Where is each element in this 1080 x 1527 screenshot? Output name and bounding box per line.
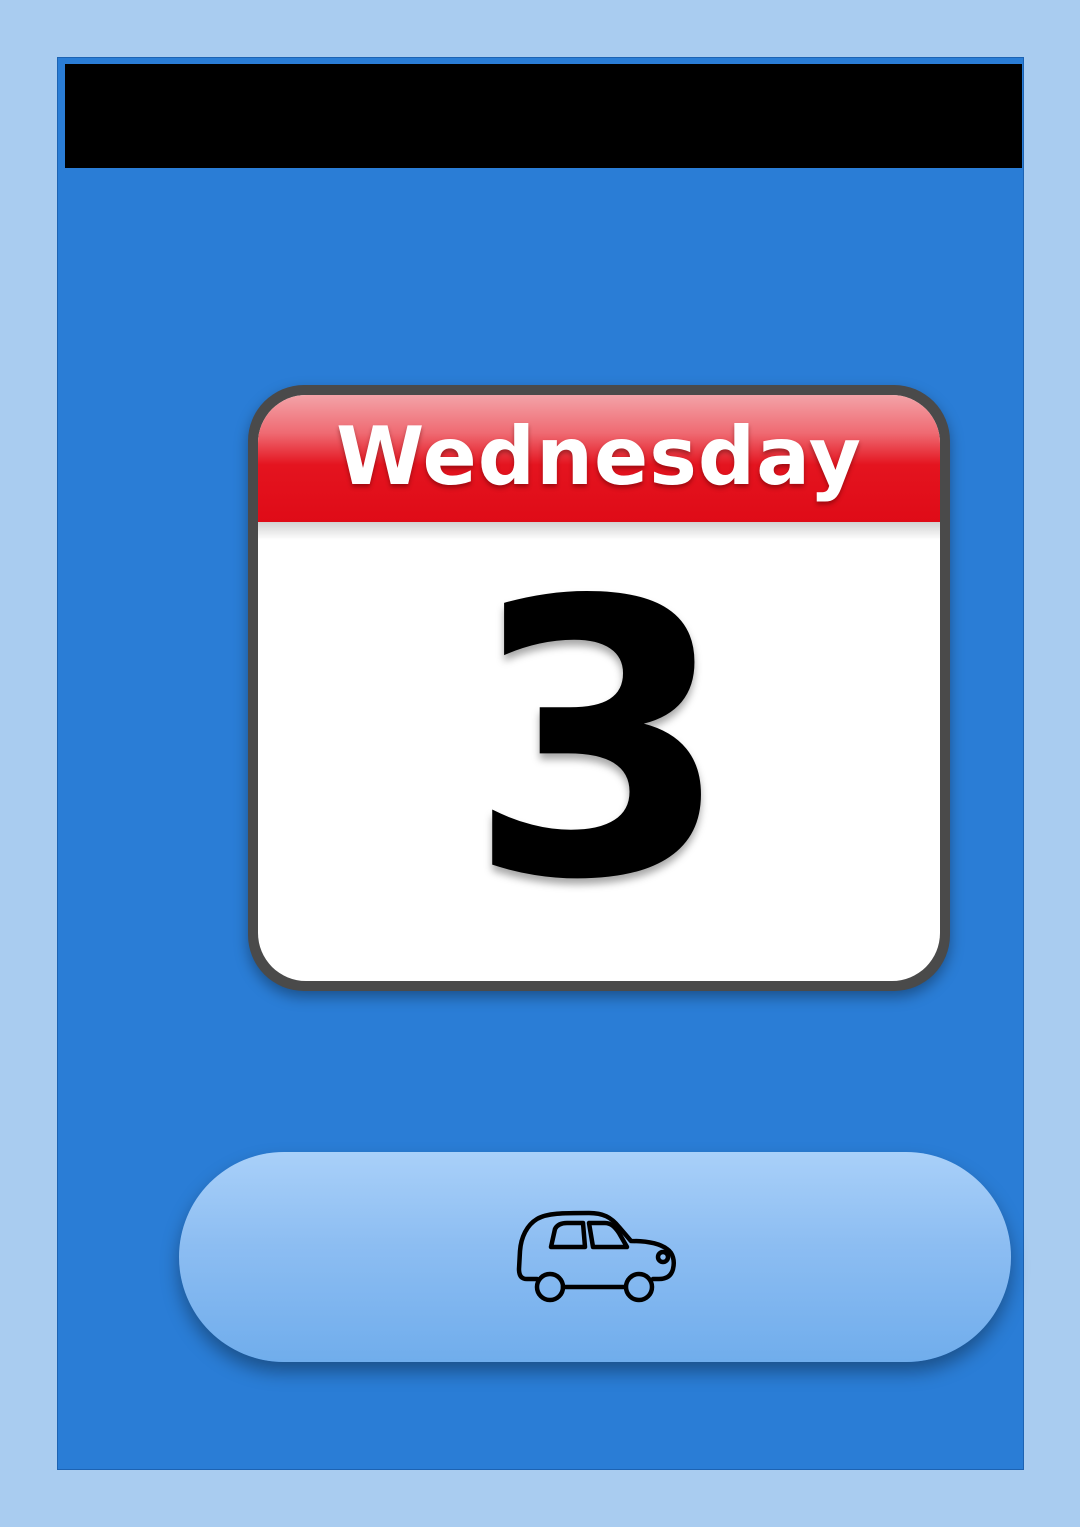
app-screen: Wednesday 3 [57, 57, 1024, 1470]
calendar-face: Wednesday 3 [258, 395, 940, 981]
calendar-body: 3 [258, 522, 940, 981]
car-icon [516, 1210, 676, 1303]
calendar-header: Wednesday [258, 395, 940, 540]
day-number: 3 [466, 519, 732, 963]
calendar-card: Wednesday 3 [248, 385, 950, 991]
top-bar [65, 64, 1022, 168]
car-button[interactable] [179, 1152, 1011, 1362]
weekday-label: Wednesday [336, 409, 862, 503]
